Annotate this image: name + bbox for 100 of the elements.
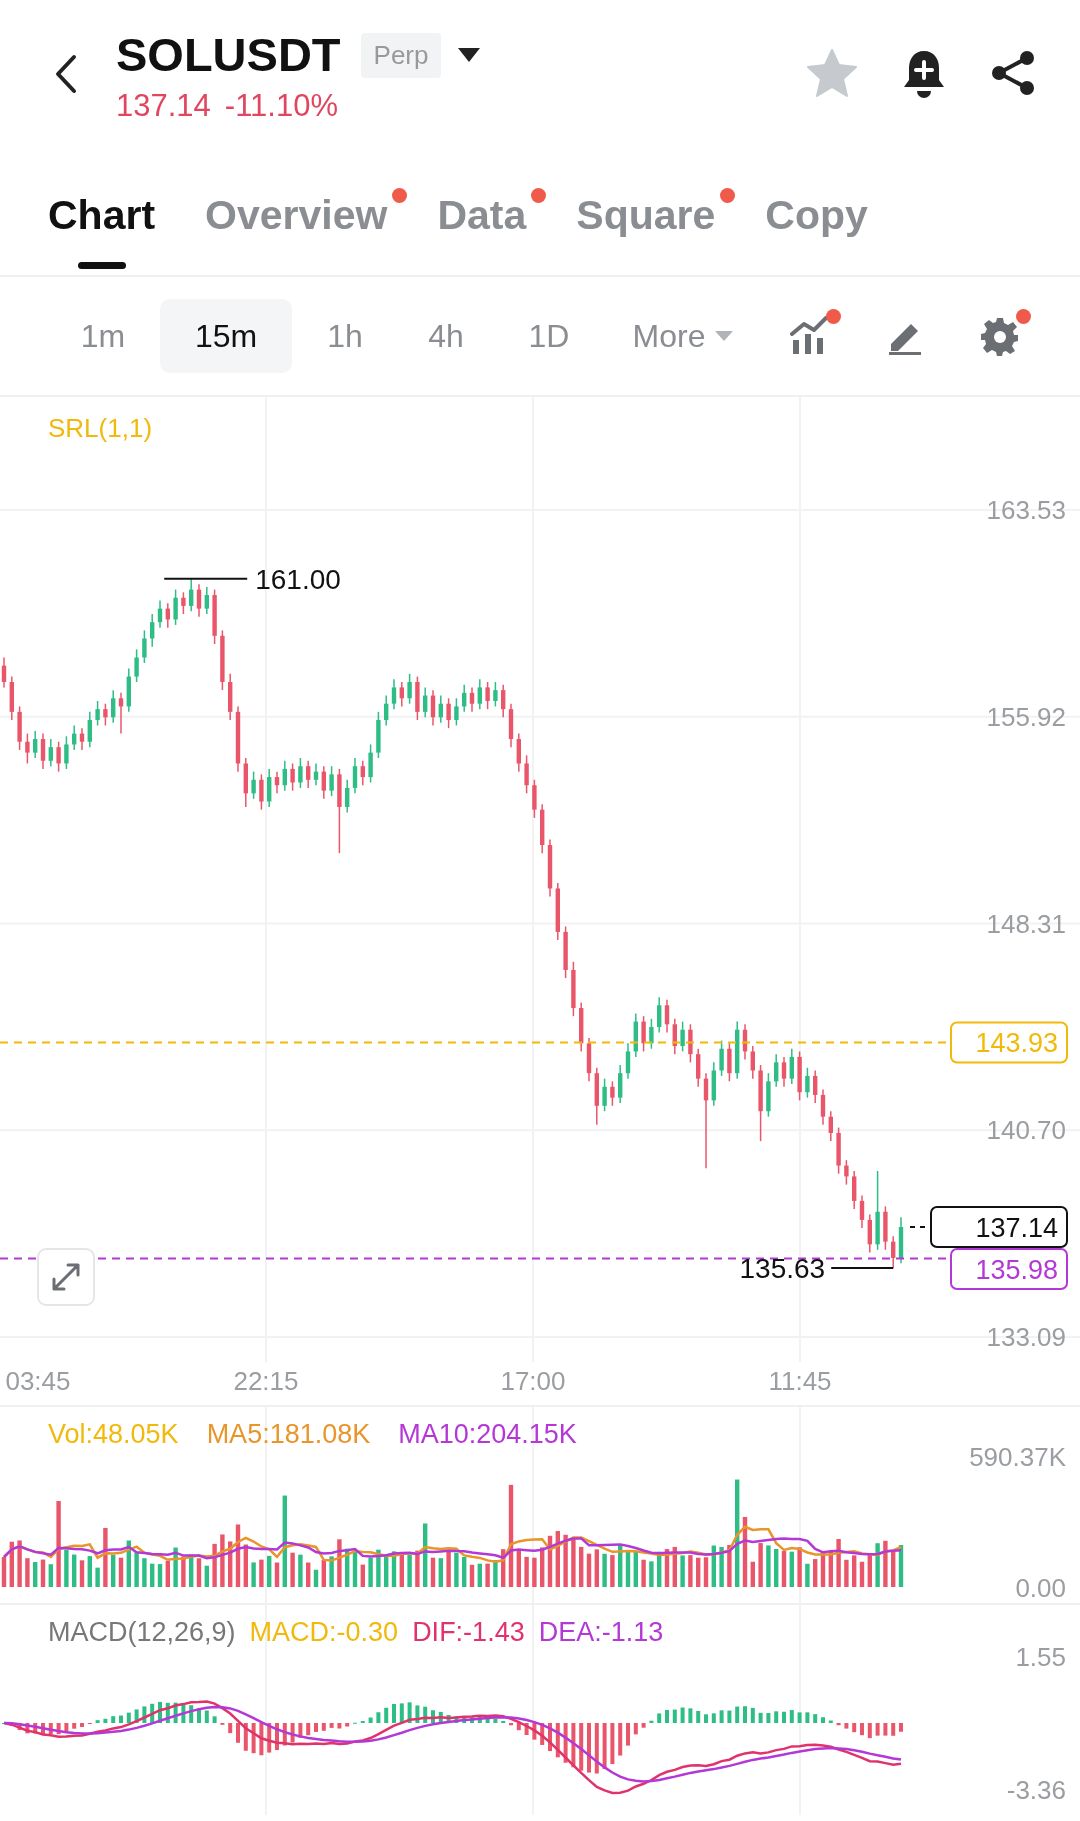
candlestick xyxy=(259,773,264,811)
tab[interactable]: Data xyxy=(437,150,527,275)
interval-tab[interactable]: 1D xyxy=(494,299,604,373)
ref-line-label: 143.93 xyxy=(975,1028,1058,1059)
candlestick xyxy=(103,702,108,727)
interval-tab[interactable]: 1h xyxy=(292,299,398,373)
candlestick xyxy=(345,779,350,814)
candlestick xyxy=(352,757,358,795)
candlestick xyxy=(196,583,202,618)
interval-tab[interactable]: 1m xyxy=(46,299,160,373)
reference-tag: 135.98 xyxy=(950,1247,1068,1290)
candlestick xyxy=(657,996,662,1034)
candlestick xyxy=(40,732,46,770)
share-button[interactable] xyxy=(990,50,1036,96)
indicator-value: MACD:-0.30 xyxy=(249,1617,399,1648)
alert-button[interactable] xyxy=(902,48,946,98)
low-price-label: 135.63 xyxy=(739,1253,826,1284)
leader-line xyxy=(830,1267,895,1269)
macd-axis-label: -3.36 xyxy=(1006,1775,1066,1805)
candlestick xyxy=(95,700,100,727)
candlestick xyxy=(664,999,670,1034)
high-price-label: 161.00 xyxy=(255,563,341,595)
interval-tab[interactable]: 15m xyxy=(160,299,292,373)
candlestick xyxy=(602,1077,607,1112)
share-icon xyxy=(990,50,1036,96)
caret-icon xyxy=(715,331,734,341)
candlestick xyxy=(111,689,116,724)
candlestick xyxy=(446,697,451,729)
candlestick xyxy=(204,586,209,615)
reference-tag: 143.93 xyxy=(950,1021,1068,1064)
candlestick xyxy=(150,613,155,648)
interval-tab[interactable]: 4h xyxy=(398,299,494,373)
candlestick xyxy=(680,1020,685,1053)
contract-badge: Perp xyxy=(360,32,442,78)
candlestick xyxy=(134,648,139,683)
candlestick xyxy=(391,678,397,710)
candlestick xyxy=(805,1067,810,1099)
back-icon xyxy=(54,54,78,94)
candlestick xyxy=(329,765,334,797)
price-axis-label: 163.53 xyxy=(986,495,1066,525)
candlestick xyxy=(399,681,404,708)
candlestick xyxy=(641,1015,646,1053)
candlestick xyxy=(64,735,69,770)
volume-axis-label: 590.37K xyxy=(969,1442,1066,1472)
candlestick xyxy=(469,686,475,713)
candlestick xyxy=(181,591,186,615)
settings-icon xyxy=(979,316,1020,356)
candlestick xyxy=(142,629,147,664)
candlestick xyxy=(820,1088,826,1126)
price-axis-label: 155.92 xyxy=(986,701,1066,732)
candlestick xyxy=(477,678,482,710)
candlestick xyxy=(173,588,178,626)
candlestick xyxy=(774,1053,779,1088)
candlestick xyxy=(251,770,256,800)
candlestick xyxy=(407,673,412,705)
candlestick xyxy=(813,1069,818,1104)
more-dropdown[interactable]: More xyxy=(604,299,762,373)
indicator-value: MACD(12,26,9) xyxy=(48,1617,236,1648)
candlestick xyxy=(524,754,529,795)
macd-axis-label: 1.55 xyxy=(1015,1642,1066,1672)
candlestick xyxy=(306,760,311,789)
time-axis-label: 11:45 xyxy=(768,1366,832,1396)
candlestick xyxy=(360,760,365,786)
candlestick xyxy=(56,740,61,773)
bell-plus-icon xyxy=(902,48,946,98)
fullscreen-button[interactable] xyxy=(37,1248,95,1306)
indicator-value: DIF:-1.43 xyxy=(412,1617,525,1648)
candlestick xyxy=(321,765,326,800)
tab[interactable]: Overview xyxy=(205,150,388,275)
caret-icon xyxy=(457,47,482,63)
indicator-value: MA10:204.15K xyxy=(398,1419,577,1450)
candlestick xyxy=(789,1048,794,1085)
last-price-tag: 137.14 xyxy=(930,1205,1068,1248)
time-axis-label: 22:15 xyxy=(233,1366,299,1396)
tab[interactable]: Chart xyxy=(48,150,156,275)
star-icon xyxy=(806,48,858,98)
candlestick xyxy=(25,732,30,765)
tab[interactable]: Copy xyxy=(765,150,868,275)
candlestick xyxy=(290,762,295,792)
price-axis-label: 140.70 xyxy=(986,1115,1066,1146)
time-axis-label: 03:45 xyxy=(5,1366,71,1396)
candlestick xyxy=(87,711,92,748)
price-axis-label: 148.31 xyxy=(986,908,1066,939)
candlestick xyxy=(33,730,38,759)
symbol-title: SOLUSDT xyxy=(116,27,341,83)
candlestick xyxy=(298,757,303,789)
ref-line-label: 135.98 xyxy=(975,1254,1058,1285)
candlestick xyxy=(501,683,506,719)
price-change: -11.10% xyxy=(224,88,338,124)
candlestick xyxy=(625,1042,631,1080)
tab[interactable]: Square xyxy=(576,150,716,275)
candlestick xyxy=(454,697,459,727)
dropdown-button[interactable] xyxy=(457,47,482,63)
candlestick xyxy=(493,681,498,708)
indicator-label: SRL(1,1) xyxy=(48,413,153,444)
candlestick xyxy=(649,1018,654,1050)
indicator-value: Vol:48.05K xyxy=(48,1419,179,1450)
volume-axis-label: 0.00 xyxy=(1015,1573,1066,1603)
candlestick xyxy=(844,1159,849,1186)
price-axis-label: 133.09 xyxy=(986,1322,1066,1352)
